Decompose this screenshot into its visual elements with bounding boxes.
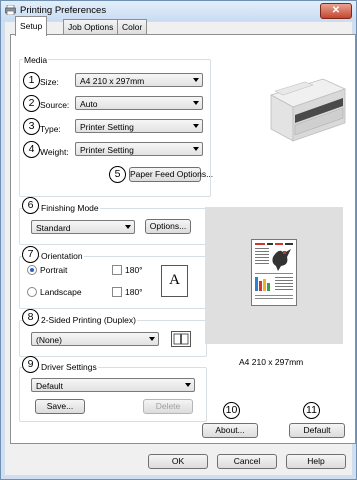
- tab-job-options[interactable]: Job Options: [63, 19, 119, 35]
- landscape-label: Landscape: [40, 287, 82, 297]
- callout-11: 11: [303, 402, 320, 419]
- delete-button[interactable]: Delete: [143, 399, 193, 414]
- driver-settings-dropdown[interactable]: Default: [31, 378, 195, 392]
- callout-7: 7: [22, 246, 39, 263]
- duplex-booklet-icon: [171, 331, 191, 347]
- duplex-value: (None): [36, 335, 62, 345]
- finishing-mode-value: Standard: [36, 223, 71, 233]
- orientation-preview-letter: A: [169, 272, 180, 288]
- help-button[interactable]: Help: [286, 454, 346, 469]
- ok-button[interactable]: OK: [148, 454, 208, 469]
- chevron-down-icon: [185, 383, 191, 387]
- chevron-down-icon: [149, 337, 155, 341]
- chevron-down-icon: [125, 225, 131, 229]
- finishing-mode-label: Finishing Mode: [40, 203, 100, 213]
- driver-settings-label: Driver Settings: [40, 362, 98, 372]
- type-value: Printer Setting: [80, 122, 134, 132]
- callout-2: 2: [23, 95, 40, 112]
- printer-icon: [5, 5, 16, 15]
- callout-1: 1: [23, 72, 40, 89]
- save-button[interactable]: Save...: [35, 399, 85, 414]
- close-button[interactable]: ✕: [320, 3, 352, 19]
- cancel-button[interactable]: Cancel: [217, 454, 277, 469]
- weight-dropdown[interactable]: Printer Setting: [75, 142, 203, 156]
- chevron-down-icon: [193, 101, 199, 105]
- media-group-label: Media: [23, 55, 49, 65]
- callout-5: 5: [109, 166, 126, 183]
- callout-10: 10: [223, 402, 240, 419]
- tab-setup[interactable]: Setup: [15, 16, 48, 36]
- title-bar: Printing Preferences ✕: [1, 1, 356, 21]
- chevron-down-icon: [193, 147, 199, 151]
- rotate-180-landscape-label: 180°: [125, 287, 143, 297]
- paper-feed-options-button[interactable]: Paper Feed Options...: [129, 167, 213, 182]
- type-label: Type:: [40, 124, 61, 134]
- chevron-down-icon: [193, 78, 199, 82]
- weight-value: Printer Setting: [80, 145, 134, 155]
- rotate-180-landscape-checkbox[interactable]: [112, 287, 122, 297]
- page-preview-thumbnail: [251, 239, 297, 306]
- rotate-180-portrait-checkbox[interactable]: [112, 265, 122, 275]
- weight-label: Weight:: [40, 147, 69, 157]
- finishing-mode-dropdown[interactable]: Standard: [31, 220, 135, 234]
- type-dropdown[interactable]: Printer Setting: [75, 119, 203, 133]
- page-preview-area: [205, 207, 343, 344]
- duplex-dropdown[interactable]: (None): [31, 332, 159, 346]
- setup-panel: Media 1 Size: A4 210 x 297mm 2 Source: A…: [10, 34, 356, 444]
- source-dropdown[interactable]: Auto: [75, 96, 203, 110]
- callout-6: 6: [22, 197, 39, 214]
- callout-8: 8: [22, 309, 39, 326]
- close-icon: ✕: [331, 5, 341, 16]
- size-value: A4 210 x 297mm: [80, 76, 145, 86]
- printer-image: [269, 78, 347, 142]
- rotate-180-portrait-label: 180°: [125, 265, 143, 275]
- orientation-preview-icon: A: [161, 265, 188, 297]
- driver-settings-value: Default: [36, 381, 63, 391]
- size-label: Size:: [40, 77, 59, 87]
- duplex-label: 2-Sided Printing (Duplex): [40, 315, 137, 325]
- size-dropdown[interactable]: A4 210 x 297mm: [75, 73, 203, 87]
- tab-color[interactable]: Color: [117, 19, 148, 35]
- portrait-radio[interactable]: [27, 265, 37, 275]
- chevron-down-icon: [193, 124, 199, 128]
- callout-4: 4: [23, 141, 40, 158]
- callout-9: 9: [22, 356, 39, 373]
- printing-preferences-window: Printing Preferences ✕ Setup Job Options…: [0, 0, 357, 480]
- orientation-label: Orientation: [40, 251, 84, 261]
- source-label: Source:: [40, 100, 70, 110]
- paper-size-caption: A4 210 x 297mm: [239, 357, 304, 367]
- window-title: Printing Preferences: [20, 5, 107, 16]
- default-button[interactable]: Default: [289, 423, 345, 438]
- about-button[interactable]: About...: [202, 423, 258, 438]
- callout-3: 3: [23, 118, 40, 135]
- portrait-label: Portrait: [40, 265, 68, 275]
- finishing-options-button[interactable]: Options...: [145, 219, 191, 234]
- source-value: Auto: [80, 99, 98, 109]
- landscape-radio[interactable]: [27, 287, 37, 297]
